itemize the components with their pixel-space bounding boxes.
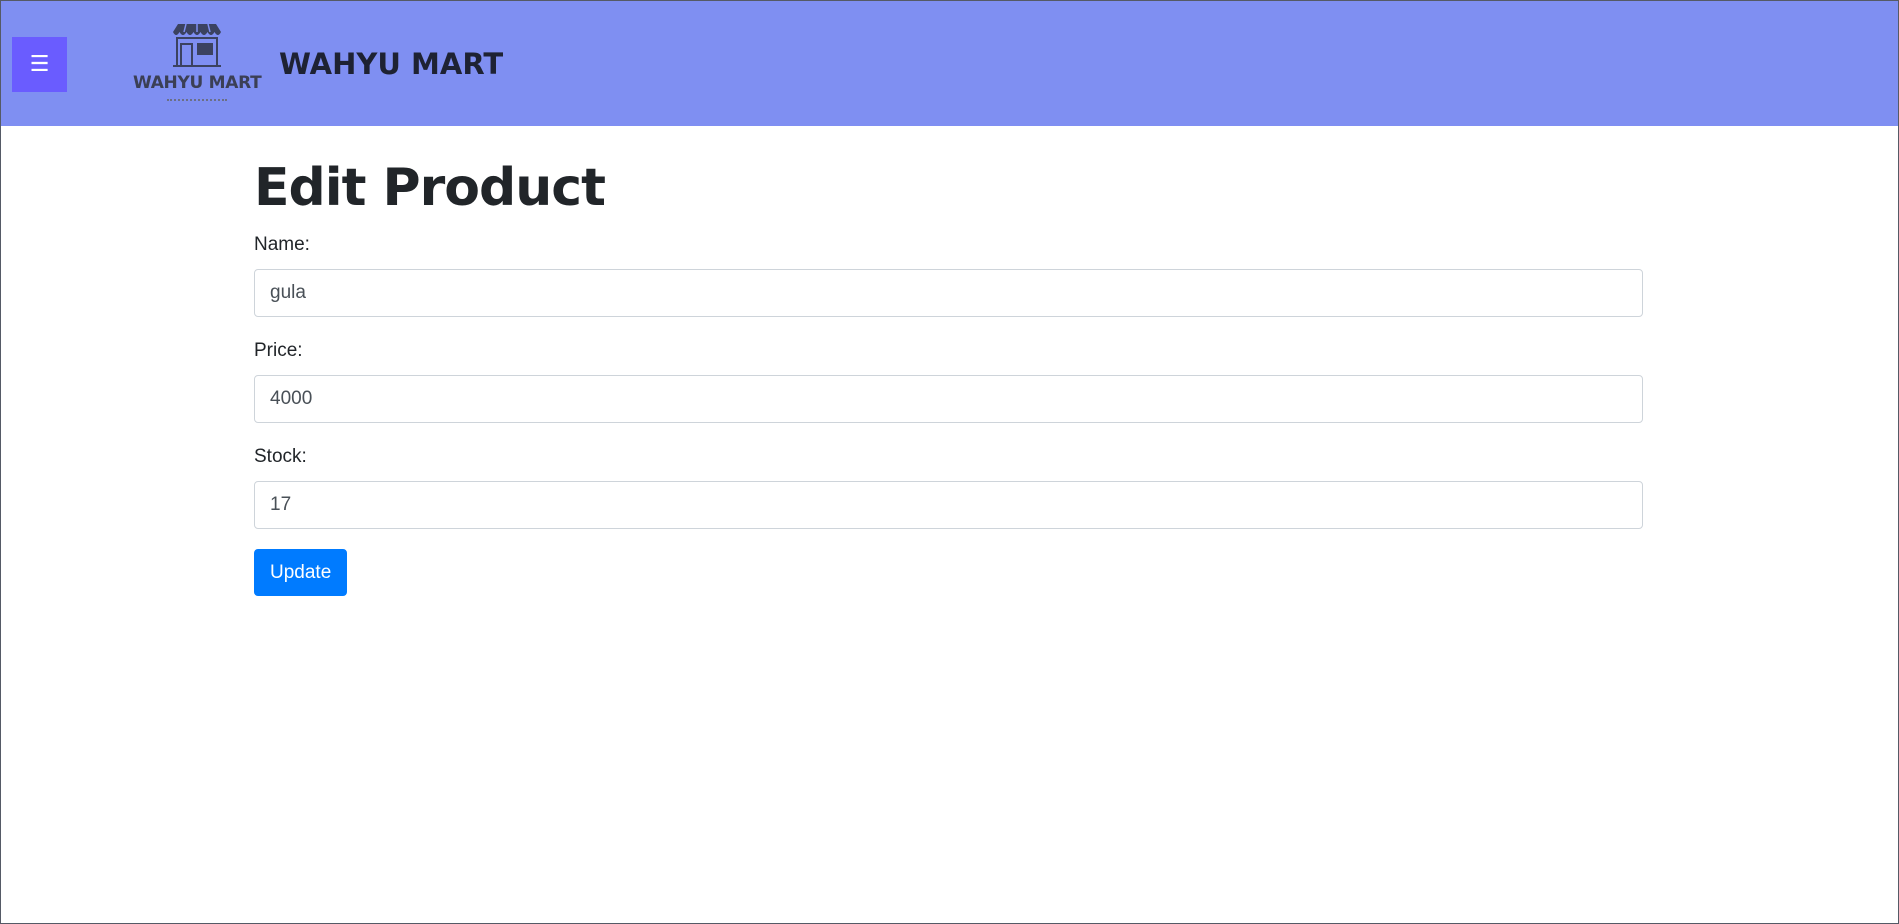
name-label: Name: <box>254 234 310 255</box>
update-button[interactable]: Update <box>254 549 348 596</box>
storefront-icon <box>173 23 221 67</box>
edit-product-form: Name: Price: Stock: Update <box>254 233 1643 596</box>
name-input[interactable] <box>254 269 1643 317</box>
price-form-group: Price: <box>254 339 1643 423</box>
top-navbar: ☰ WAHYU MART WAHYU MART <box>1 1 1898 126</box>
name-form-group: Name: <box>254 233 1643 317</box>
stock-form-group: Stock: <box>254 445 1643 529</box>
stock-label: Stock: <box>254 446 307 467</box>
store-logo[interactable]: WAHYU MART <box>133 19 262 105</box>
menu-toggle-button[interactable]: ☰ <box>12 37 67 92</box>
price-label: Price: <box>254 340 303 361</box>
page-title: Edit Product <box>254 158 606 218</box>
logo-text: WAHYU MART <box>133 73 262 93</box>
app-window: ☰ WAHYU MART WAHYU MART Edit Product Nam… <box>0 0 1899 924</box>
price-input[interactable] <box>254 375 1643 423</box>
logo-underline <box>167 99 227 102</box>
edit-product-form-container: Edit Product Name: Price: Stock: Update <box>254 153 1643 596</box>
hamburger-icon: ☰ <box>29 52 50 77</box>
brand-name[interactable]: WAHYU MART <box>279 47 503 81</box>
stock-input[interactable] <box>254 481 1643 529</box>
